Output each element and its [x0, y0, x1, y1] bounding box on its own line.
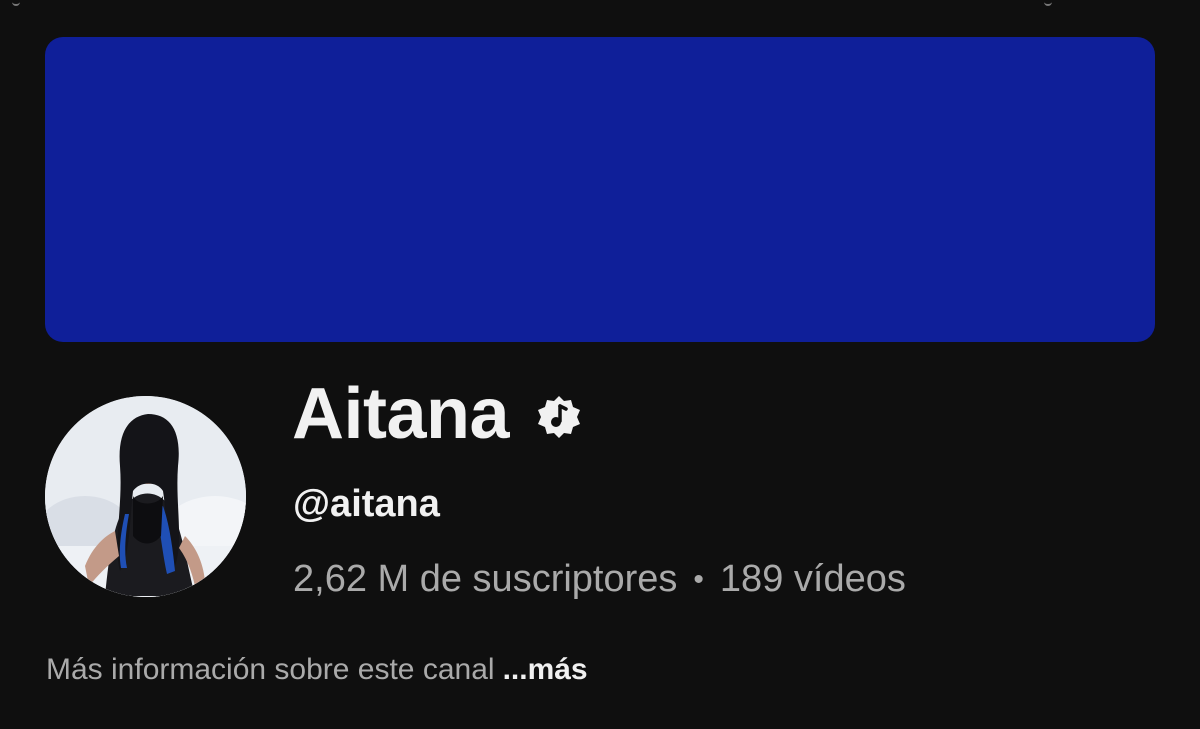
- channel-handle: @aitana: [293, 483, 440, 525]
- channel-name: Aitana: [292, 374, 510, 454]
- channel-title-row: Aitana: [292, 372, 583, 456]
- avatar-photo: [45, 396, 246, 597]
- channel-stats: 2,62 M de suscriptores • 189 vídeos: [293, 558, 906, 601]
- video-count: 189 vídeos: [719, 558, 906, 600]
- channel-page: Aitana @aitana 2,62 M de suscriptores • …: [0, 0, 1200, 729]
- music-note-verified-icon: [535, 393, 583, 441]
- stats-separator: •: [693, 562, 704, 596]
- subscriber-count: 2,62 M de suscriptores: [293, 558, 678, 600]
- channel-banner: [45, 37, 1155, 342]
- search-icon-edge[interactable]: [1044, 0, 1052, 6]
- channel-about[interactable]: Más información sobre este canal ...más: [46, 653, 588, 687]
- about-text: Más información sobre este canal: [46, 653, 495, 686]
- back-icon-edge[interactable]: [12, 0, 20, 6]
- top-bar-edge: [0, 0, 1200, 20]
- channel-avatar[interactable]: [45, 396, 246, 597]
- more-link[interactable]: ...más: [503, 653, 588, 686]
